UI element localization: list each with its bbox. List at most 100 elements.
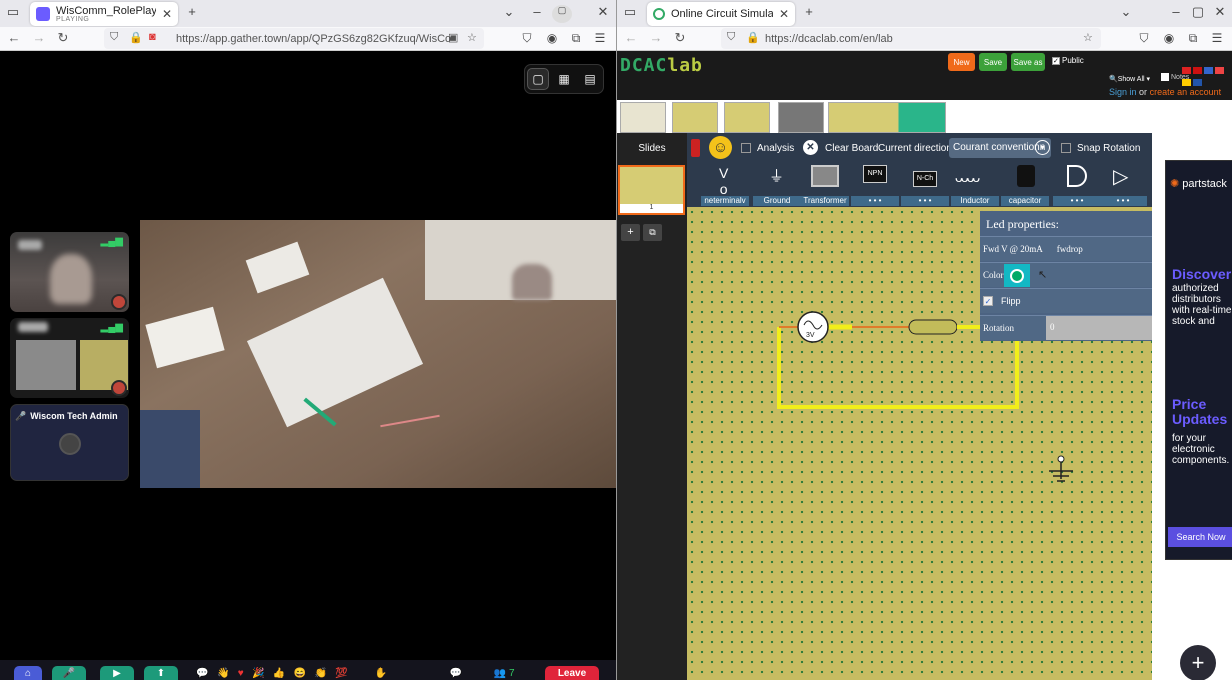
wave-icon[interactable]: 👋 <box>217 668 229 679</box>
leave-button[interactable]: Leave <box>545 666 599 680</box>
chevron-down-icon[interactable]: ▾ <box>1035 140 1050 155</box>
ground-terminal[interactable] <box>1057 455 1065 463</box>
grid-view-icon[interactable]: ▦ <box>553 68 575 90</box>
bookmark-star-icon[interactable]: ☆ <box>1083 31 1093 44</box>
sign-in-link[interactable]: Sign in <box>1109 87 1137 97</box>
hand-raise-icon[interactable]: ✋ <box>366 666 396 680</box>
bookmark-star-icon[interactable]: ☆ <box>467 31 477 44</box>
restore-icon[interactable]: ▢ <box>552 5 572 23</box>
flag-icon[interactable] <box>1193 79 1202 86</box>
copy-slide-button[interactable]: ⧉ <box>643 224 662 241</box>
led-component[interactable] <box>908 319 958 335</box>
language-flags[interactable] <box>1182 67 1230 89</box>
palette-item[interactable]: ▷ • • • <box>1099 163 1147 207</box>
back-icon[interactable]: ← <box>622 30 640 45</box>
thumbnail[interactable] <box>620 102 666 133</box>
minimize-icon[interactable]: – <box>1167 4 1185 19</box>
flag-icon[interactable] <box>1215 67 1224 74</box>
palette-item[interactable]: ⏚ Ground <box>753 163 801 207</box>
party-icon[interactable]: 🎉 <box>252 668 264 679</box>
public-toggle[interactable]: ✓ Public <box>1052 56 1084 65</box>
flag-icon[interactable] <box>1182 79 1191 86</box>
add-fab-button[interactable]: + <box>1180 645 1216 680</box>
palette-item[interactable]: • • • <box>1053 163 1101 207</box>
account-icon[interactable]: ◉ <box>1161 31 1177 45</box>
single-view-icon[interactable]: ▢ <box>527 68 549 90</box>
emote-bar[interactable]: 💬 👋 ♥ 🎉 👍 😄 👏 💯 <box>192 666 352 680</box>
participant-tile[interactable]: 🎤 Wiscom Tech Admin <box>10 404 129 481</box>
palette-item[interactable]: ᴗᴗᴗᴗ Inductor <box>951 163 999 207</box>
flag-icon[interactable] <box>1182 67 1191 74</box>
forward-icon[interactable]: → <box>30 30 48 45</box>
screenshare-icon[interactable]: ⬆ <box>144 666 178 680</box>
chat-bubble-icon[interactable]: 💬 <box>196 668 208 679</box>
back-icon[interactable]: ← <box>5 30 23 45</box>
close-window-icon[interactable]: ✕ <box>594 4 612 20</box>
new-tab-icon[interactable]: + <box>183 4 201 19</box>
fwd-voltage-input[interactable]: fwdrop <box>1057 244 1083 254</box>
palette-item[interactable]: Vo neterminalv <box>701 163 749 207</box>
ad-search-now-button[interactable]: Search Now <box>1168 527 1232 547</box>
thumbs-up-icon[interactable]: 👍 <box>273 668 285 679</box>
right-address-field[interactable]: ⛉ 🔒 https://dcaclab.com/en/lab ☆ <box>721 28 1101 49</box>
thumbnail[interactable] <box>778 102 824 133</box>
chat-icon[interactable]: 💬 <box>446 666 466 680</box>
smiley-icon[interactable]: ☺ <box>709 136 732 159</box>
forward-icon[interactable]: → <box>647 30 665 45</box>
main-video[interactable] <box>140 220 616 488</box>
thumbnail[interactable] <box>828 102 946 133</box>
camera-icon[interactable]: ▶ <box>100 666 134 680</box>
rotation-input[interactable]: 0 <box>1046 316 1152 340</box>
reader-icon[interactable]: ▣ <box>448 31 458 44</box>
left-address-field[interactable]: ⛉ 🔒 ◙ https://app.gather.town/app/QPzGS6… <box>104 28 484 49</box>
microphone-icon[interactable]: 🎤 <box>52 666 86 680</box>
new-tab-icon[interactable]: + <box>800 4 818 19</box>
show-all-button[interactable]: 🔍Show All ▾ <box>1109 75 1150 83</box>
new-button[interactable]: New <box>948 53 975 71</box>
home-icon[interactable]: ⌂ <box>14 666 42 680</box>
ground-icon[interactable] <box>1049 462 1073 482</box>
close-tab-icon[interactable]: ✕ <box>156 7 172 21</box>
list-tabs-icon[interactable]: ⌄ <box>1117 4 1135 20</box>
close-tab-icon[interactable]: ✕ <box>773 7 789 21</box>
participant-tile[interactable]: ▂▄▆ <box>10 318 129 398</box>
pocket-icon[interactable]: ⛉ <box>519 31 535 46</box>
menu-icon[interactable]: ☰ <box>1209 31 1225 45</box>
partstack-ad[interactable]: ✺ partstack Discover authorized distribu… <box>1165 160 1232 560</box>
snap-rotation-checkbox[interactable] <box>1061 143 1071 153</box>
save-button[interactable]: Save <box>979 53 1007 71</box>
account-icon[interactable]: ◉ <box>544 31 560 45</box>
heart-icon[interactable]: ♥ <box>238 668 244 679</box>
notes-checkbox[interactable] <box>1161 73 1169 81</box>
people-button[interactable]: 👥 7 <box>484 666 524 680</box>
analysis-checkbox[interactable] <box>741 143 751 153</box>
thumbnail[interactable] <box>724 102 770 133</box>
save-as-button[interactable]: Save as <box>1011 53 1045 71</box>
clap-icon[interactable]: 👏 <box>315 668 327 679</box>
minimize-icon[interactable]: – <box>528 4 546 19</box>
extensions-icon[interactable]: ⧉ <box>1185 31 1201 46</box>
hundred-icon[interactable]: 💯 <box>335 668 347 679</box>
slide-thumbnail[interactable]: 1 <box>618 165 685 215</box>
smile-icon[interactable]: 😄 <box>294 668 306 679</box>
tab-gather[interactable]: WisComm_RolePlay_Wor PLAYING ✕ <box>30 2 178 26</box>
list-tabs-icon[interactable]: ⌄ <box>500 4 518 20</box>
flag-icon[interactable] <box>1193 67 1202 74</box>
thumbnail[interactable] <box>672 102 718 133</box>
restore-icon[interactable]: ▢ <box>1189 4 1207 20</box>
palette-item[interactable]: N-Ch • • • <box>901 163 949 207</box>
flag-icon[interactable] <box>1204 67 1213 74</box>
palette-item[interactable]: Transformer <box>801 163 849 207</box>
palette-item[interactable]: NPN • • • <box>851 163 899 207</box>
add-slide-button[interactable]: + <box>621 224 640 241</box>
flipp-checkbox[interactable]: ✓ <box>983 296 993 306</box>
clear-board-icon[interactable]: ✕ <box>803 140 818 155</box>
tab-overview-icon[interactable]: ▭ <box>4 4 22 20</box>
pocket-icon[interactable]: ⛉ <box>1136 31 1152 46</box>
tab-overview-icon[interactable]: ▭ <box>621 4 639 20</box>
close-window-icon[interactable]: ✕ <box>1211 4 1229 20</box>
tab-dcaclab[interactable]: Online Circuit Simulator | ✕ <box>647 2 795 26</box>
participant-tile[interactable]: ▂▄▆ <box>10 232 129 312</box>
reload-icon[interactable]: ↻ <box>54 30 72 46</box>
clear-board-button[interactable]: Clear Board <box>825 143 878 154</box>
